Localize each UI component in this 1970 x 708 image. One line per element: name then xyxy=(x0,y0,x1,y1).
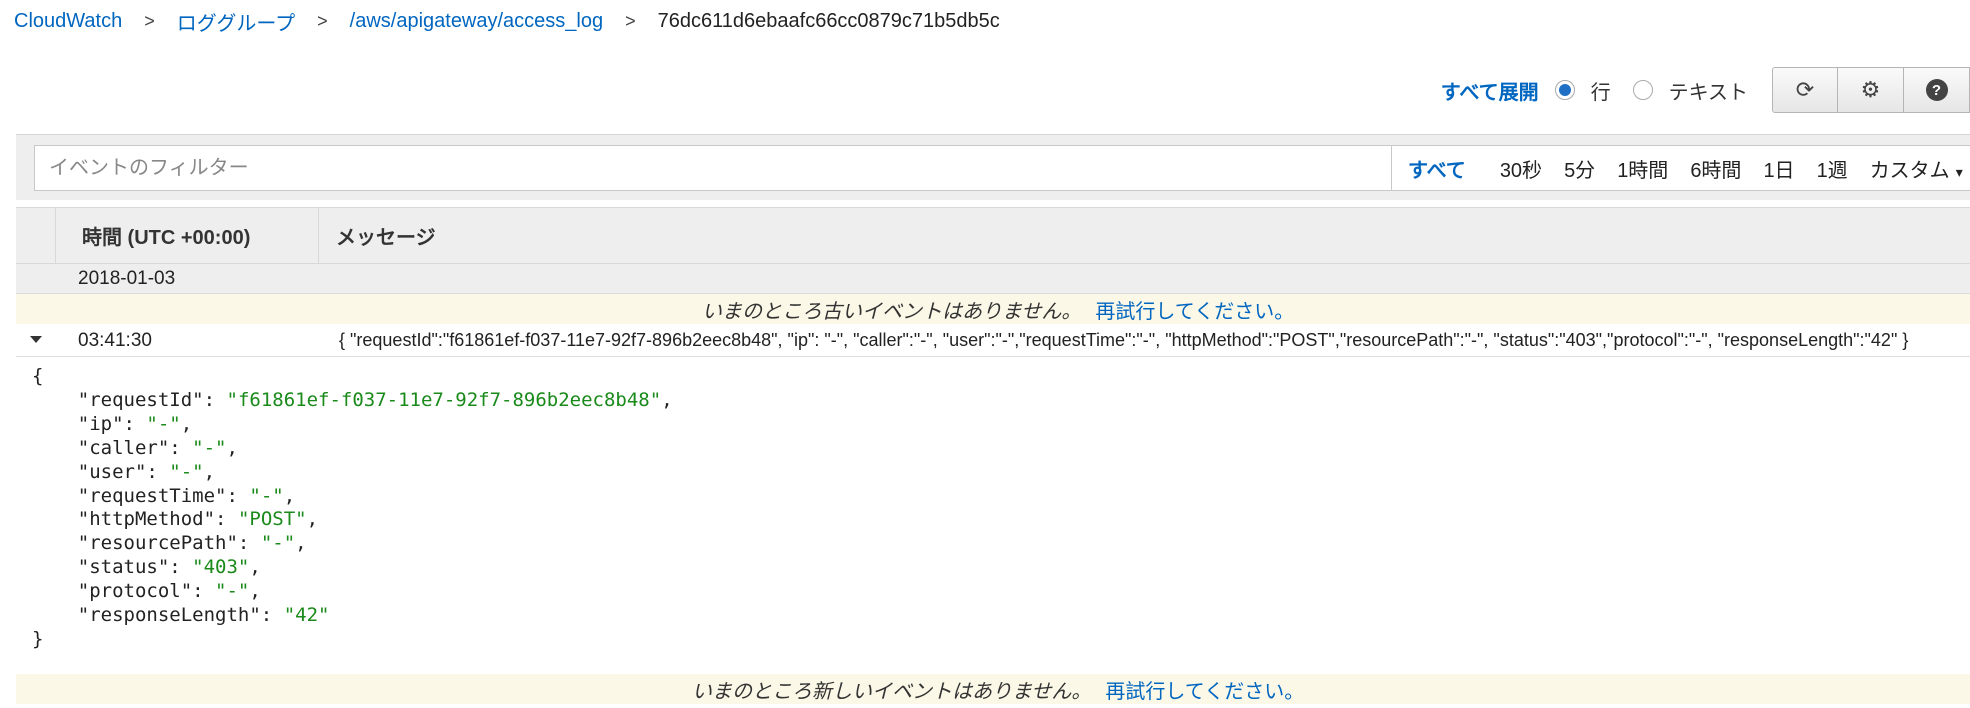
time-range-selector: すべて 30秒 5分 1時間 6時間 1日 1週 カスタム ▾ xyxy=(1392,145,1970,191)
json-fields: "requestId": "f61861ef-f037-11e7-92f7-89… xyxy=(32,389,673,628)
column-header-time[interactable]: 時間 (UTC +00:00) xyxy=(56,208,319,263)
date-group-label: 2018-01-03 xyxy=(78,268,176,289)
json-value: "403" xyxy=(192,556,250,579)
radio-text[interactable] xyxy=(1632,80,1653,100)
json-value: "f61861ef-f037-11e7-92f7-896b2eec8b48" xyxy=(226,388,662,411)
filter-bar: すべて 30秒 5分 1時間 6時間 1日 1週 カスタム ▾ xyxy=(16,134,1970,200)
json-field-line: "protocol": "-", xyxy=(77,580,261,603)
help-icon: ? xyxy=(1925,79,1948,101)
event-message: { "requestId":"f61861ef-f037-11e7-92f7-8… xyxy=(339,330,1909,350)
time-range-custom-label: カスタム xyxy=(1869,159,1950,182)
json-close-brace: } xyxy=(32,627,44,650)
refresh-icon: ⟳ xyxy=(1795,77,1815,102)
json-key: "caller" xyxy=(77,436,170,459)
json-comma: , xyxy=(180,412,193,435)
chevron-down-icon: ▾ xyxy=(1955,163,1963,180)
json-field-line: "responseLength": "42" xyxy=(77,604,330,627)
radio-rows[interactable] xyxy=(1554,80,1575,100)
no-older-events-notice: いまのところ古いイベントはありません。 再試行してください。 xyxy=(16,294,1970,324)
time-range-all[interactable]: すべて xyxy=(1408,154,1466,183)
json-value: "-" xyxy=(260,532,296,555)
caret-down-icon[interactable] xyxy=(30,336,42,343)
json-comma: , xyxy=(295,532,307,555)
json-comma: , xyxy=(203,460,216,483)
log-table-header: 時間 (UTC +00:00) メッセージ xyxy=(16,207,1970,264)
json-field-line: "caller": "-", xyxy=(77,436,238,459)
no-newer-events-text: いまのところ新しいイベントはありません。 xyxy=(692,680,1092,703)
json-field-line: "requestTime": "-", xyxy=(77,484,296,507)
expand-all-link[interactable]: すべて展開 xyxy=(1441,76,1539,105)
time-range-30s[interactable]: 30秒 xyxy=(1500,154,1542,183)
time-range-1w[interactable]: 1週 xyxy=(1817,154,1848,183)
json-field-line: "status": "403", xyxy=(77,556,261,579)
json-value: "42" xyxy=(283,604,330,627)
date-group-row: 2018-01-03 xyxy=(16,264,1970,294)
breadcrumb-separator: > xyxy=(625,10,636,31)
json-field-line: "ip": "-", xyxy=(77,412,193,435)
json-value: "-" xyxy=(192,436,227,459)
json-field-line: "resourcePath": "-", xyxy=(77,532,307,555)
json-value: "-" xyxy=(215,580,250,603)
log-event-row[interactable]: 03:41:30 { "requestId":"f61861ef-f037-11… xyxy=(16,324,1970,357)
json-key: "responseLength" xyxy=(77,604,261,627)
event-timestamp: 03:41:30 xyxy=(78,330,152,351)
time-range-custom[interactable]: カスタム ▾ xyxy=(1870,154,1963,183)
json-key: "httpMethod" xyxy=(77,508,216,531)
json-field-line: "httpMethod": "POST", xyxy=(77,508,319,531)
settings-button[interactable]: ⚙ xyxy=(1838,67,1904,113)
breadcrumb-current-stream: 76dc611d6ebaafc66cc0879c71b5db5c xyxy=(657,9,1000,32)
time-range-1h[interactable]: 1時間 xyxy=(1617,154,1668,183)
json-key: "protocol" xyxy=(77,580,193,603)
json-comma: , xyxy=(283,484,296,507)
breadcrumb: CloudWatch > ロググループ > /aws/apigateway/ac… xyxy=(14,7,1000,36)
json-comma: , xyxy=(249,556,261,579)
breadcrumb-log-groups[interactable]: ロググループ xyxy=(177,7,295,36)
json-value: "-" xyxy=(169,460,204,483)
no-older-events-text: いまのところ古いイベントはありません。 xyxy=(702,300,1082,323)
no-newer-events-notice: いまのところ新しいイベントはありません。 再試行してください。 xyxy=(16,674,1970,704)
json-comma: , xyxy=(249,580,261,603)
event-json-detail: { "requestId": "f61861ef-f037-11e7-92f7-… xyxy=(32,365,673,652)
retry-older-link[interactable]: 再試行してください。 xyxy=(1095,295,1294,324)
breadcrumb-log-group[interactable]: /aws/apigateway/access_log xyxy=(350,10,603,33)
column-header-message: メッセージ xyxy=(336,227,436,249)
json-key: "requestTime" xyxy=(77,484,227,507)
time-range-6h[interactable]: 6時間 xyxy=(1690,154,1741,183)
json-comma: , xyxy=(226,436,238,459)
json-value: "POST" xyxy=(237,508,307,531)
json-field-line: "requestId": "f61861ef-f037-11e7-92f7-89… xyxy=(77,388,673,411)
help-button[interactable]: ? xyxy=(1904,67,1970,113)
json-comma: , xyxy=(661,388,673,411)
gear-icon: ⚙ xyxy=(1860,77,1881,102)
toolbar-button-group: ⟳ ⚙ ? xyxy=(1772,67,1970,113)
json-value: "-" xyxy=(249,484,284,507)
json-value: "-" xyxy=(146,412,181,435)
header-gutter xyxy=(16,208,56,263)
time-range-5m[interactable]: 5分 xyxy=(1564,154,1595,183)
radio-rows-label[interactable]: 行 xyxy=(1591,76,1611,105)
json-open-brace: { xyxy=(32,365,44,387)
breadcrumb-separator: > xyxy=(144,10,155,31)
radio-text-label[interactable]: テキスト xyxy=(1669,76,1748,105)
breadcrumb-separator: > xyxy=(317,10,328,31)
json-key: "ip" xyxy=(77,412,124,435)
time-range-1d[interactable]: 1日 xyxy=(1763,154,1794,183)
json-field-line: "user": "-", xyxy=(77,460,216,483)
json-key: "requestId" xyxy=(77,388,204,411)
view-options: すべて展開 行 テキスト ⟳ ⚙ ? xyxy=(1441,67,1970,113)
json-comma: , xyxy=(306,508,319,531)
json-key: "status" xyxy=(77,556,170,579)
event-filter-input[interactable] xyxy=(34,145,1392,191)
retry-newer-link[interactable]: 再試行してください。 xyxy=(1105,675,1304,704)
json-key: "resourcePath" xyxy=(77,532,238,555)
breadcrumb-cloudwatch[interactable]: CloudWatch xyxy=(14,10,122,33)
json-key: "user" xyxy=(77,460,147,483)
refresh-button[interactable]: ⟳ xyxy=(1772,67,1838,113)
